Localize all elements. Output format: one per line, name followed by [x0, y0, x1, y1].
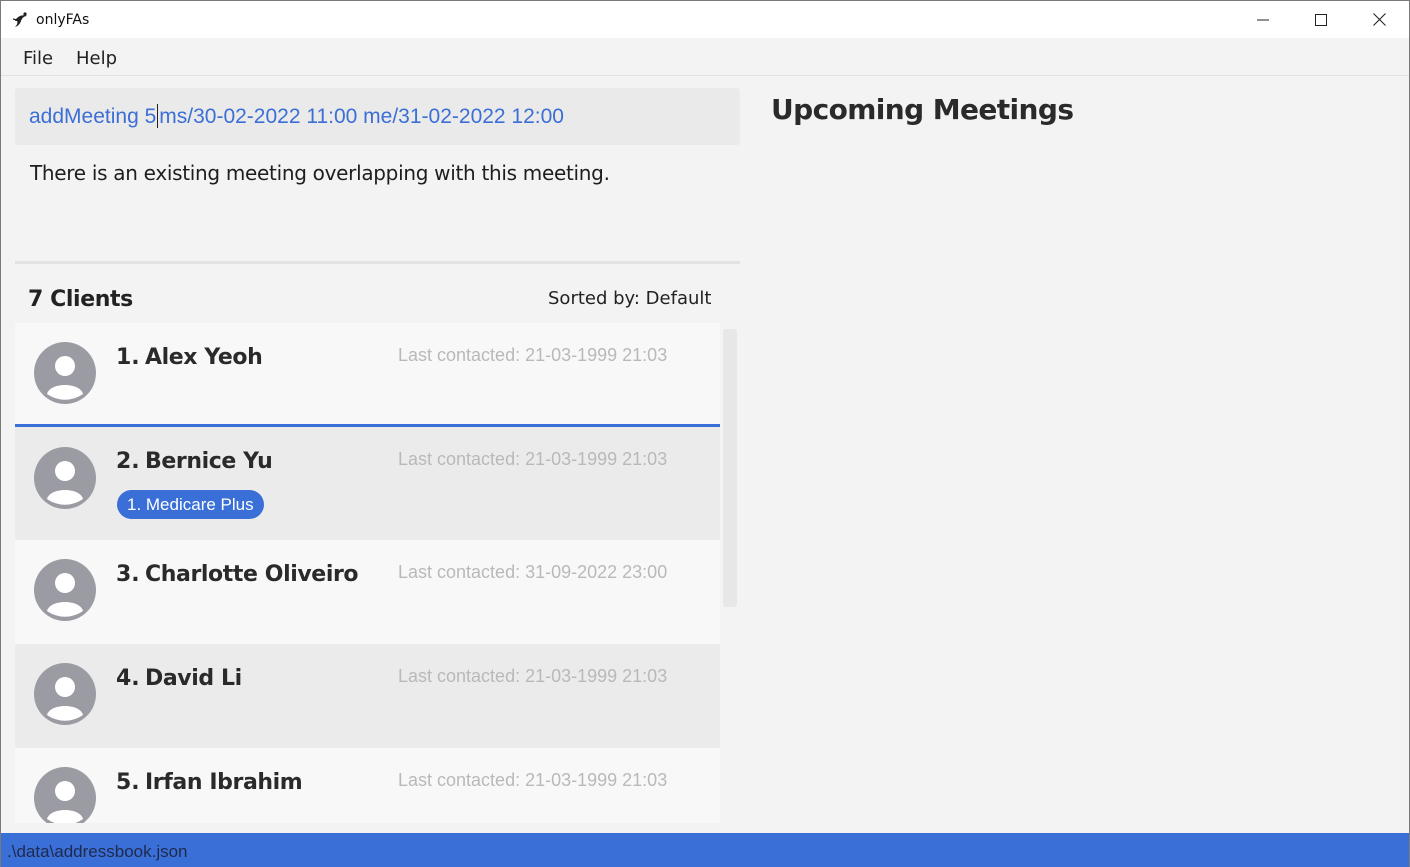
sort-label: Sorted by: Default — [548, 288, 712, 309]
divider — [15, 261, 740, 264]
menu-help[interactable]: Help — [76, 48, 117, 69]
status-bar: .\data\addressbook.json — [1, 833, 1409, 867]
client-card[interactable]: 3. Charlotte Oliveiro Last contacted: 31… — [15, 540, 720, 644]
app-logo-icon — [12, 12, 27, 27]
client-list-scrollbar[interactable] — [723, 329, 737, 607]
clients-count-title: 7 Clients — [28, 287, 133, 312]
client-name: Alex Yeoh — [145, 345, 263, 370]
last-contacted: Last contacted: 21-03-1999 21:03 — [398, 666, 668, 686]
avatar-icon — [34, 559, 96, 621]
minimize-button[interactable] — [1234, 1, 1292, 38]
command-text-before-caret: addMeeting 5 — [29, 105, 157, 128]
avatar-icon — [34, 663, 96, 725]
avatar-icon — [34, 342, 96, 404]
avatar-icon — [34, 767, 96, 823]
client-index: 3. — [116, 562, 140, 587]
client-name: Bernice Yu — [145, 449, 273, 474]
command-input[interactable]: addMeeting 5 ms/30-02-2022 11:00 me/31-02… — [15, 88, 740, 145]
avatar-icon — [34, 447, 96, 509]
insurance-tag: 1. Medicare Plus — [117, 490, 264, 519]
close-icon — [1372, 13, 1386, 26]
upcoming-meetings-title: Upcoming Meetings — [771, 93, 1074, 126]
client-card-selected[interactable]: 2. Bernice Yu Last contacted: 21-03-1999… — [15, 424, 720, 540]
client-card[interactable]: 5. Irfan Ibrahim Last contacted: 21-03-1… — [15, 748, 720, 823]
client-list[interactable]: 1. Alex Yeoh Last contacted: 21-03-1999 … — [15, 323, 720, 823]
client-card[interactable]: 4. David Li Last contacted: 21-03-1999 2… — [15, 644, 720, 748]
menu-bar: File Help — [1, 38, 1409, 76]
last-contacted: Last contacted: 21-03-1999 21:03 — [398, 770, 668, 790]
client-index: 5. — [116, 770, 140, 795]
client-card[interactable]: 1. Alex Yeoh Last contacted: 21-03-1999 … — [15, 323, 720, 424]
last-contacted: Last contacted: 21-03-1999 21:03 — [398, 345, 668, 365]
close-button[interactable] — [1350, 1, 1408, 38]
client-index: 1. — [116, 345, 140, 370]
menu-file[interactable]: File — [23, 48, 53, 69]
client-name: David Li — [145, 666, 242, 691]
client-index: 4. — [116, 666, 140, 691]
window-title: onlyFAs — [36, 12, 90, 28]
last-contacted: Last contacted: 31-09-2022 23:00 — [398, 562, 668, 582]
maximize-button[interactable] — [1292, 1, 1350, 38]
app-window: onlyFAs File Help addMeeting 5 ms/30-02-2… — [0, 0, 1410, 867]
last-contacted: Last contacted: 21-03-1999 21:03 — [398, 449, 668, 469]
command-text-after-caret: ms/30-02-2022 11:00 me/31-02-2022 12:00 — [159, 105, 564, 128]
save-file-path: .\data\addressbook.json — [7, 842, 188, 861]
title-bar[interactable]: onlyFAs — [1, 1, 1409, 38]
minimize-icon — [1257, 19, 1269, 20]
client-index: 2. — [116, 449, 140, 474]
command-text[interactable]: addMeeting 5 ms/30-02-2022 11:00 me/31-02… — [29, 104, 564, 129]
maximize-icon — [1315, 13, 1327, 26]
client-name: Charlotte Oliveiro — [145, 562, 359, 587]
result-message: There is an existing meeting overlapping… — [30, 161, 610, 185]
client-name: Irfan Ibrahim — [145, 770, 303, 795]
